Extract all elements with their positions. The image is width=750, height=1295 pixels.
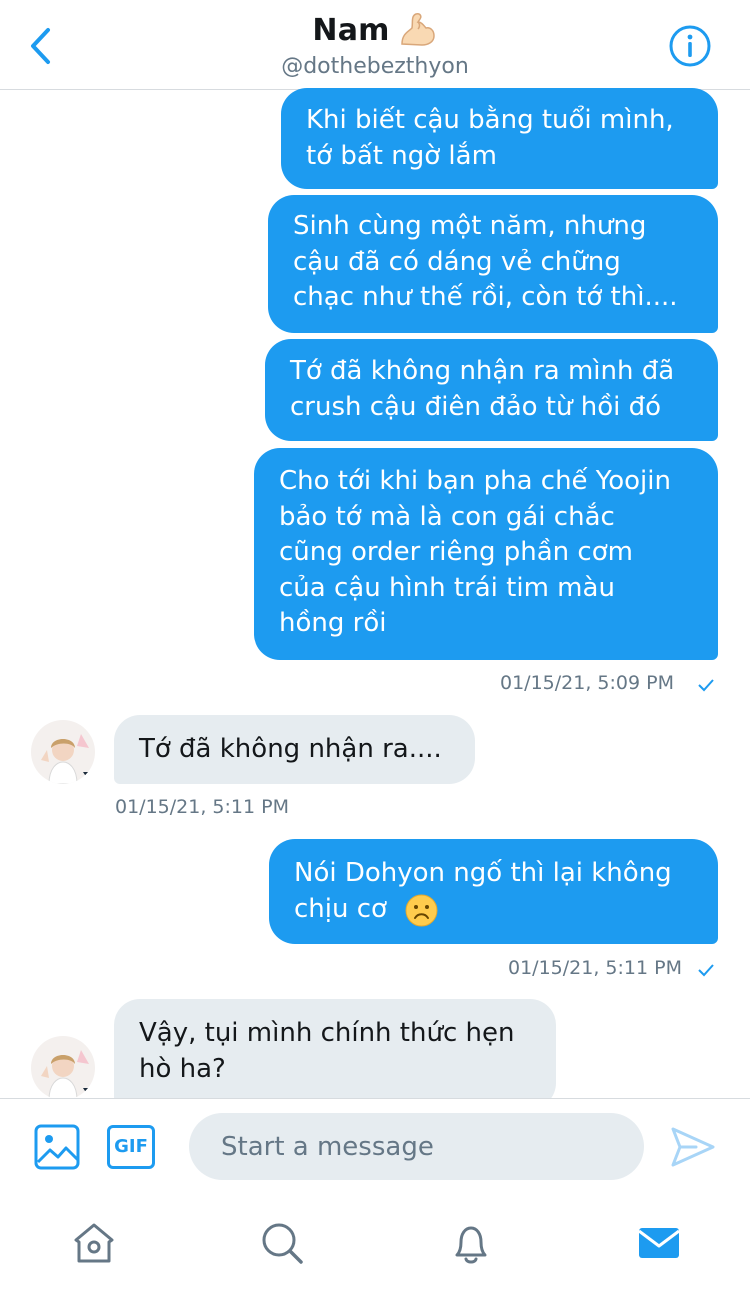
mail-icon[interactable] bbox=[636, 1220, 682, 1266]
message-text: Khi biết cậu bằng tuổi mình, tớ bất ngờ … bbox=[306, 105, 674, 171]
contact-handle: @dothebezthyon bbox=[281, 54, 469, 79]
conversation-header: Nam @dothebezthyon bbox=[0, 0, 750, 90]
message-bubble-received[interactable]: Tớ đã không nhận ra.... bbox=[114, 715, 475, 784]
read-receipt-checkmark-icon bbox=[698, 679, 714, 692]
message-text: Tớ đã không nhận ra mình đã crush cậu đi… bbox=[290, 356, 675, 422]
bell-icon[interactable] bbox=[448, 1220, 494, 1266]
message-bubble-sent[interactable]: Khi biết cậu bằng tuổi mình, tớ bất ngờ … bbox=[281, 88, 718, 189]
contact-avatar[interactable] bbox=[31, 720, 95, 784]
message-bubble-sent[interactable]: Cho tới khi bạn pha chế Yoojin bảo tớ mà… bbox=[254, 448, 718, 660]
message-text: Vậy, tụi mình chính thức hẹn hò ha? bbox=[139, 1018, 515, 1084]
message-bubble-received[interactable]: Vậy, tụi mình chính thức hẹn hò ha? bbox=[114, 999, 556, 1109]
image-icon[interactable] bbox=[34, 1124, 80, 1170]
conversation-title[interactable]: Nam @dothebezthyon bbox=[0, 10, 750, 80]
message-text: Tớ đã không nhận ra.... bbox=[139, 734, 442, 764]
gif-button[interactable]: GIF bbox=[107, 1125, 155, 1169]
message-timestamp: 01/15/21, 5:11 PM bbox=[508, 957, 682, 979]
search-icon[interactable] bbox=[259, 1220, 305, 1266]
message-text: Sinh cùng một năm, nhưng cậu đã có dáng … bbox=[293, 211, 678, 312]
read-receipt-checkmark-icon bbox=[698, 964, 714, 977]
home-icon[interactable] bbox=[71, 1220, 117, 1266]
contact-avatar[interactable] bbox=[31, 1036, 95, 1100]
message-bubble-sent[interactable]: Sinh cùng một năm, nhưng cậu đã có dáng … bbox=[268, 195, 718, 333]
info-icon[interactable] bbox=[668, 24, 712, 68]
send-icon[interactable] bbox=[670, 1125, 716, 1169]
contact-name: Nam bbox=[312, 12, 390, 48]
flexed-biceps-emoji-icon bbox=[400, 13, 435, 46]
message-text: Nói Dohyon ngố thì lại không chịu cơ bbox=[294, 858, 672, 924]
frowning-face-emoji-icon bbox=[405, 894, 438, 927]
avatar-image-icon bbox=[31, 1036, 95, 1100]
message-text: Cho tới khi bạn pha chế Yoojin bảo tớ mà… bbox=[279, 466, 671, 638]
message-bubble-sent[interactable]: Nói Dohyon ngố thì lại không chịu cơ bbox=[269, 839, 718, 944]
message-input[interactable] bbox=[189, 1113, 644, 1180]
message-timestamp: 01/15/21, 5:09 PM bbox=[500, 672, 674, 694]
avatar-image-icon bbox=[31, 720, 95, 784]
message-timestamp: 01/15/21, 5:11 PM bbox=[115, 796, 289, 818]
message-bubble-sent[interactable]: Tớ đã không nhận ra mình đã crush cậu đi… bbox=[265, 339, 718, 441]
